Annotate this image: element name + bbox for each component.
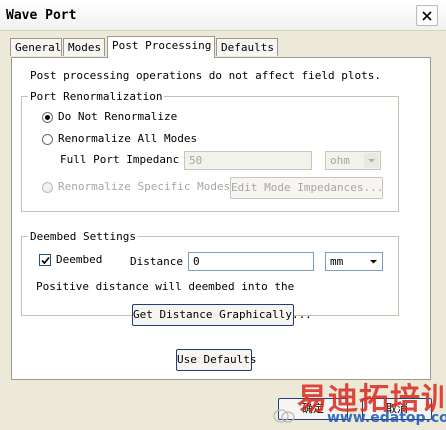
radio-renormalize-specific-modes-label[interactable]: Renormalize Specific Modes [58,180,230,193]
impedance-unit-select[interactable]: ohm [325,151,381,170]
radio-do-not-renormalize-label[interactable]: Do Not Renormalize [58,110,177,123]
deembed-checkbox-label[interactable]: Deembed [56,253,102,266]
window-title: Wave Port [6,8,77,23]
title-bar[interactable]: Wave Port [0,0,446,31]
cancel-button[interactable]: 取消 [362,398,432,420]
wave-port-dialog: Wave Port General Modes Post Processing … [0,0,446,430]
full-port-impedance-field[interactable]: 50 [184,151,312,170]
radio-renormalize-all-modes-label[interactable]: Renormalize All Modes [58,132,197,145]
radio-renormalize-specific-modes[interactable] [42,182,53,193]
use-defaults-button[interactable]: Use Defaults [176,349,256,371]
distance-input[interactable]: 0 [188,252,314,271]
radio-do-not-renormalize[interactable] [42,112,53,123]
tab-defaults[interactable]: Defaults [216,38,278,56]
get-distance-graphically-button[interactable]: Get Distance Graphically... [132,304,312,326]
tab-modes[interactable]: Modes [63,38,105,56]
distance-unit-select[interactable]: mm [325,252,383,271]
checkmark-icon [41,256,50,265]
distance-unit-value: mm [330,255,344,268]
distance-label: Distance [130,255,183,268]
impedance-unit-value: ohm [330,154,350,167]
post-processing-panel: Post processing operations do not affect… [11,57,431,380]
chevron-down-icon [366,254,381,269]
full-port-impedance-label: Full Port Impedanc [60,153,180,166]
tab-general[interactable]: General [10,38,62,56]
close-icon [422,11,432,21]
port-renormalization-legend: Port Renormalization [30,90,163,103]
info-text: Post processing operations do not affect… [30,69,381,82]
deembed-hint-text: Positive distance will deembed into the [36,280,295,293]
radio-renormalize-all-modes[interactable] [42,134,53,145]
edit-mode-impedances-button[interactable]: Edit Mode Impedances... [230,177,383,199]
close-button[interactable] [416,5,438,26]
ok-button[interactable]: 确定 [278,398,348,420]
chevron-down-icon [364,153,379,168]
tab-post-processing[interactable]: Post Processing [107,36,215,58]
deembed-checkbox[interactable] [39,254,51,266]
deembed-settings-legend: Deembed Settings [30,230,136,243]
